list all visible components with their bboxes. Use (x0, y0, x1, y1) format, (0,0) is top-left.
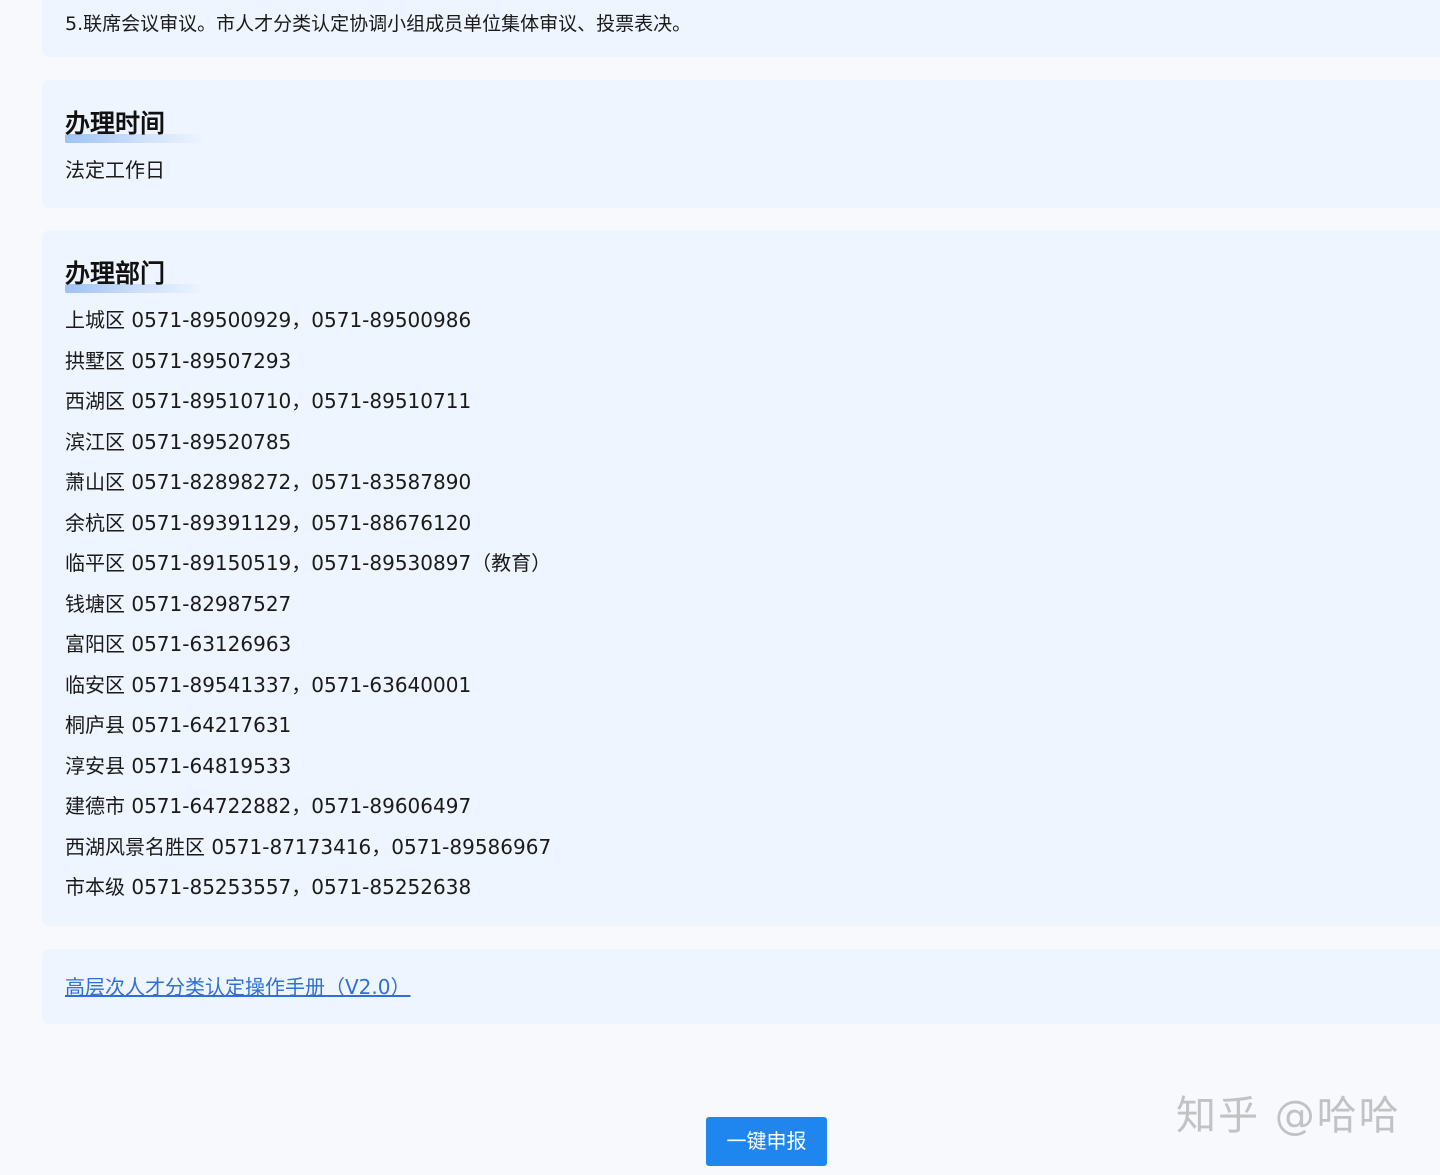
processing-time-title-text: 办理时间 (65, 109, 166, 138)
department-item: 西湖区 0571-89510710，0571-89510711 (65, 389, 472, 413)
department-item: 临平区 0571-89150519，0571-89530897（教育） (65, 551, 552, 575)
processing-department-card: 办理部门 上城区 0571-89500929，0571-89500986 拱墅区… (42, 230, 1440, 926)
processing-time-content: 法定工作日 (65, 158, 165, 182)
zhihu-watermark: 知乎 @哈哈 (1176, 1093, 1401, 1139)
department-item: 富阳区 0571-63126963 (65, 632, 292, 656)
department-item: 市本级 0571-85253557，0571-85252638 (65, 875, 472, 899)
process-step-5: 5.联席会议审议。市人才分类认定协调小组成员单位集体审议、投票表决。 (65, 13, 692, 35)
department-item: 上城区 0571-89500929，0571-89500986 (65, 308, 472, 332)
department-list: 上城区 0571-89500929，0571-89500986 拱墅区 0571… (65, 300, 551, 908)
department-item: 拱墅区 0571-89507293 (65, 348, 292, 373)
department-item: 建德市 0571-64722882，0571-89606497 (65, 794, 472, 818)
processing-time-title: 办理时间 (65, 106, 165, 142)
department-item: 淳安县 0571-64819533 (65, 753, 292, 778)
processing-time-card: 办理时间 法定工作日 (42, 80, 1440, 208)
manual-card: 高层次人才分类认定操作手册（V2.0） (42, 949, 1440, 1024)
department-item: 临安区 0571-89541337，0571-63640001 (65, 672, 472, 697)
process-steps-card: 5.联席会议审议。市人才分类认定协调小组成员单位集体审议、投票表决。 (42, 0, 1440, 57)
department-item: 滨江区 0571-89520785 (65, 429, 292, 454)
manual-download-link[interactable]: 高层次人才分类认定操作手册（V2.0） (65, 967, 411, 1007)
department-item: 桐庐县 0571-64217631 (65, 713, 292, 737)
department-item: 余杭区 0571-89391129，0571-88676120 (65, 510, 472, 535)
processing-department-title-text: 办理部门 (65, 259, 166, 288)
one-click-apply-button[interactable]: 一键申报 (706, 1117, 827, 1166)
department-item: 西湖风景名胜区 0571-87173416，0571-89586967 (65, 834, 552, 859)
processing-department-title: 办理部门 (65, 256, 165, 292)
department-item: 钱塘区 0571-82987527 (65, 591, 292, 616)
page: 5.联席会议审议。市人才分类认定协调小组成员单位集体审议、投票表决。 办理时间 … (0, 0, 1440, 1175)
department-item: 萧山区 0571-82898272，0571-83587890 (65, 470, 472, 494)
